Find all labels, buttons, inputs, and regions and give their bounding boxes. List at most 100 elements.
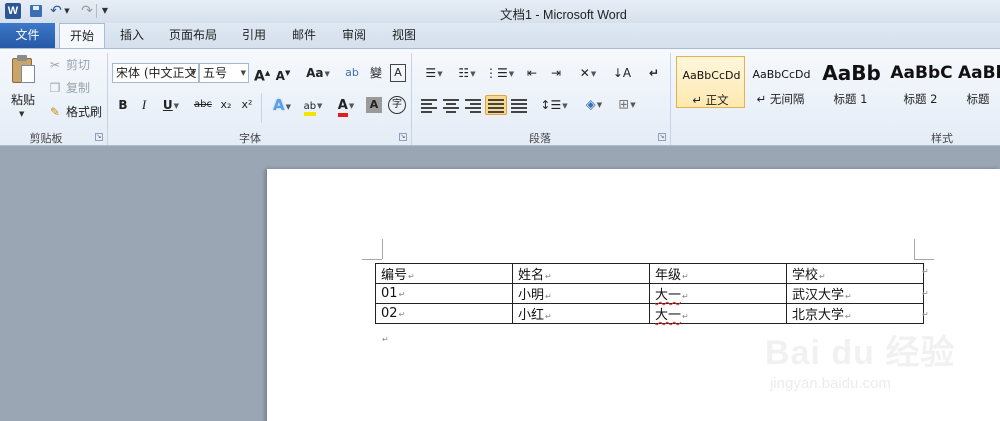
style-normal[interactable]: AaBbCcDd ↵ 正文: [676, 56, 745, 108]
sort-icon[interactable]: ↓A: [612, 63, 632, 83]
save-icon[interactable]: [28, 3, 44, 19]
tab-references[interactable]: 引用: [234, 23, 274, 48]
undo-icon[interactable]: ↶: [48, 3, 64, 19]
table-cell[interactable]: 学校↵: [786, 263, 924, 284]
show-marks-icon[interactable]: ↵: [646, 63, 662, 83]
styles-gallery: AaBbCcDd ↵ 正文 AaBbCcDd ↵ 无间隔 AaBb 标题 1 A…: [676, 56, 1000, 127]
ribbon: 粘贴 ▼ ✂ 剪切 ❐ 复制 ✎ 格式刷 剪贴板 ↘ 宋体 (中文正文 ▼ 五号 ▼ A▲…: [0, 48, 1000, 146]
align-right-icon[interactable]: [465, 99, 483, 113]
crop-mark: [362, 259, 382, 260]
chevron-down-icon: ▼: [240, 69, 246, 77]
table-cell[interactable]: 大一↵: [649, 303, 787, 324]
inline-separator: [261, 93, 262, 123]
clear-format-icon[interactable]: ab: [343, 63, 361, 83]
data-table[interactable]: 编号↵ 姓名↵ 年级↵ 学校↵ 01↵ 小明↵ 大一↵ 武汉大学↵ 02↵ 小红…: [375, 263, 924, 324]
tab-file[interactable]: 文件: [0, 23, 55, 48]
font-launcher-icon[interactable]: ↘: [399, 133, 407, 141]
tab-home[interactable]: 开始: [59, 23, 105, 49]
crop-mark: [382, 239, 383, 259]
ribbon-tabs: 文件 开始 插入 页面布局 引用 邮件 审阅 视图: [0, 23, 1000, 49]
styles-group-label: 样式: [931, 132, 953, 145]
cut-button[interactable]: ✂ 剪切: [48, 57, 90, 73]
grow-font-button[interactable]: A▲: [254, 63, 270, 85]
paragraph-launcher-icon[interactable]: ↘: [658, 133, 666, 141]
undo-dropdown-icon[interactable]: ▼: [63, 3, 71, 19]
char-shading-button[interactable]: A: [366, 97, 382, 113]
paintbrush-icon: ✎: [49, 105, 61, 119]
qat-separator: [96, 4, 97, 18]
tab-view[interactable]: 视图: [384, 23, 424, 48]
table-cell[interactable]: 姓名↵: [512, 263, 650, 284]
align-center-icon[interactable]: [443, 99, 461, 113]
tab-page-layout[interactable]: 页面布局: [162, 23, 224, 48]
strikethrough-button[interactable]: abc: [192, 95, 214, 115]
group-separator: [107, 53, 108, 145]
redo-icon[interactable]: ↷: [79, 3, 95, 19]
superscript-button[interactable]: x²: [239, 95, 255, 115]
customize-qat-icon[interactable]: ▼: [100, 3, 110, 19]
tab-review[interactable]: 审阅: [334, 23, 374, 48]
paste-icon[interactable]: [10, 55, 36, 85]
font-color-button[interactable]: A▼: [332, 95, 360, 117]
table-row: 编号↵ 姓名↵ 年级↵ 学校↵: [375, 263, 924, 284]
numbering-button[interactable]: ☷▼: [453, 63, 481, 83]
paste-button[interactable]: 粘贴: [11, 91, 35, 108]
italic-button[interactable]: I: [137, 95, 151, 115]
change-case-button[interactable]: Aa▼: [304, 63, 332, 83]
highlight-button[interactable]: ab▼: [298, 95, 328, 116]
decrease-indent-icon[interactable]: ⇤: [522, 63, 542, 83]
justify-icon: [488, 99, 506, 113]
watermark-main: Bai du 经验: [765, 334, 956, 372]
table-cell[interactable]: 武汉大学↵: [786, 283, 924, 304]
group-separator: [411, 53, 412, 145]
table-cell[interactable]: 编号↵: [375, 263, 513, 284]
justify-button[interactable]: [485, 95, 507, 115]
tab-mailings[interactable]: 邮件: [284, 23, 324, 48]
table-cell[interactable]: 年级↵: [649, 263, 787, 284]
enclose-chars-button[interactable]: 字: [388, 96, 406, 114]
style-heading-2[interactable]: AaBbC 标题 2: [886, 56, 955, 108]
borders-button[interactable]: ⊞▼: [613, 95, 641, 115]
align-left-icon[interactable]: [421, 99, 439, 113]
row-end-mark: ↵: [922, 289, 929, 298]
paragraph-group-label: 段落: [529, 132, 551, 145]
char-border-icon[interactable]: A: [390, 64, 406, 82]
font-size-combo[interactable]: 五号 ▼: [199, 63, 249, 83]
shading-button[interactable]: ◈▼: [580, 95, 608, 115]
watermark-url: jingyan.baidu.com: [770, 375, 891, 392]
shrink-font-button[interactable]: A▼: [275, 63, 291, 83]
table-cell[interactable]: 小明↵: [512, 283, 650, 304]
word-logo-icon[interactable]: W: [5, 3, 21, 19]
style-heading-1[interactable]: AaBb 标题 1: [816, 56, 885, 108]
increase-indent-icon[interactable]: ⇥: [546, 63, 566, 83]
style-title[interactable]: AaBl 标题: [956, 56, 1000, 108]
subscript-button[interactable]: x₂: [218, 95, 234, 115]
crop-mark: [914, 239, 915, 259]
clipboard-group-label: 剪贴板: [29, 132, 63, 145]
group-separator: [670, 53, 671, 145]
table-cell[interactable]: 大一↵: [649, 283, 787, 304]
paragraph-mark: ↵: [382, 335, 389, 344]
style-no-spacing[interactable]: AaBbCcDd ↵ 无间隔: [746, 56, 815, 108]
copy-button[interactable]: ❐ 复制: [48, 80, 90, 96]
bold-button[interactable]: B: [116, 95, 130, 115]
table-cell[interactable]: 小红↵: [512, 303, 650, 324]
clipboard-launcher-icon[interactable]: ↘: [95, 133, 103, 141]
format-painter-button[interactable]: ✎ 格式刷: [48, 104, 102, 120]
row-end-mark: ↵: [922, 267, 929, 276]
tab-insert[interactable]: 插入: [112, 23, 152, 48]
multilevel-list-button[interactable]: ⋮☰▼: [485, 63, 514, 83]
table-cell[interactable]: 北京大学↵: [786, 303, 924, 324]
line-spacing-button[interactable]: ↕☰▼: [540, 95, 568, 115]
underline-button[interactable]: U▼: [160, 95, 182, 115]
table-cell[interactable]: 02↵: [375, 303, 513, 324]
chinese-layout-button[interactable]: ✕▼: [574, 63, 602, 83]
table-cell[interactable]: 01↵: [375, 283, 513, 304]
title-bar: W ↶ ▼ ↷ ▼ 文档1 - Microsoft Word: [0, 0, 1000, 23]
paste-dropdown-icon[interactable]: ▼: [19, 110, 24, 118]
distributed-icon[interactable]: [511, 99, 529, 113]
phonetic-guide-icon[interactable]: 變: [366, 63, 386, 83]
bullets-button[interactable]: ☰▼: [420, 63, 448, 83]
font-name-combo[interactable]: 宋体 (中文正文 ▼: [112, 63, 199, 83]
text-effects-button[interactable]: A▼: [268, 95, 296, 115]
